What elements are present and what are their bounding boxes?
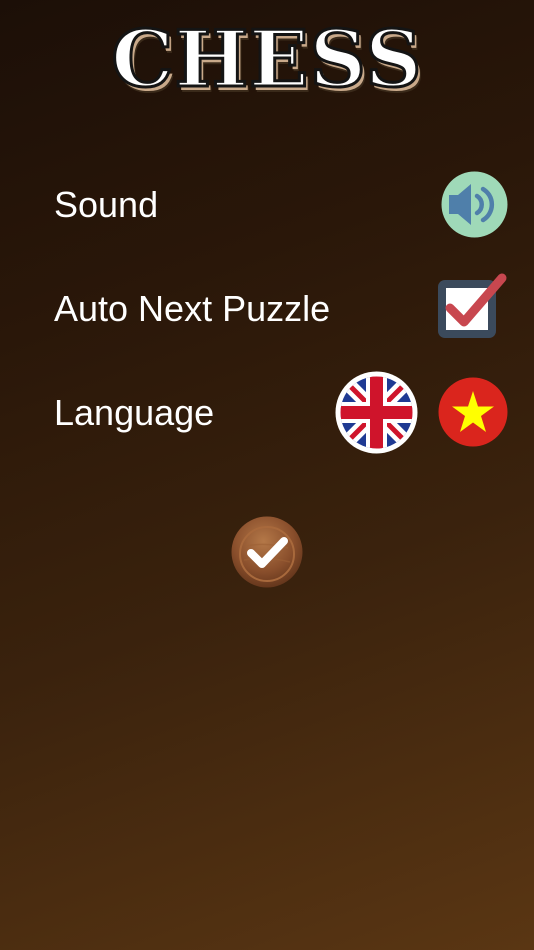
language-english-button[interactable] (335, 371, 418, 454)
confirm-button[interactable] (231, 516, 303, 588)
app-title: CHESS (110, 13, 423, 107)
uk-flag-icon (340, 376, 413, 449)
auto-next-puzzle-checkbox[interactable] (436, 270, 510, 344)
auto-next-puzzle-label: Auto Next Puzzle (54, 288, 331, 329)
language-vietnamese-button[interactable] (438, 377, 508, 447)
sound-toggle-button[interactable] (441, 171, 508, 238)
sound-label: Sound (54, 184, 159, 225)
language-label: Language (54, 392, 215, 433)
